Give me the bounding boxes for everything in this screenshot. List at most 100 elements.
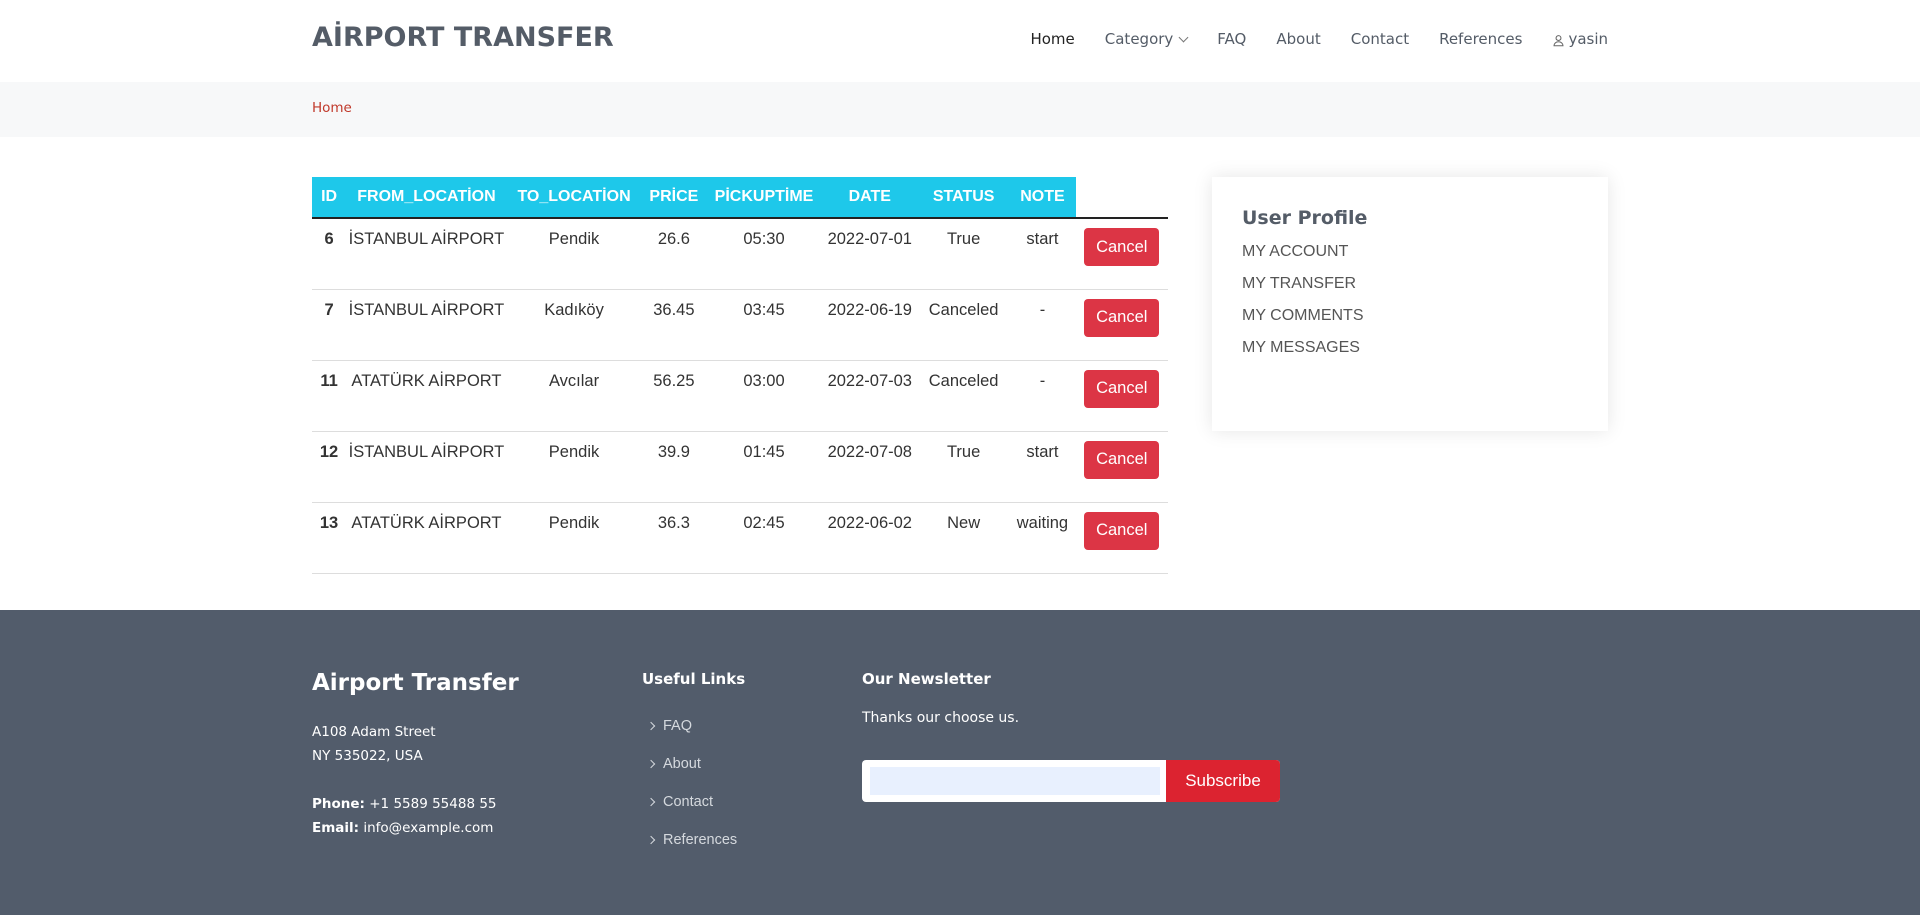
profile-link-my-messages[interactable]: MY MESSAGES bbox=[1242, 339, 1578, 357]
nav-faq[interactable]: FAQ bbox=[1217, 30, 1246, 48]
cell-id: 11 bbox=[312, 360, 347, 432]
cell-pickup: 01:45 bbox=[706, 431, 822, 503]
address-line-2: NY 535022, USA bbox=[312, 748, 423, 764]
cell-id: 7 bbox=[312, 289, 347, 361]
cell-note: start bbox=[1009, 218, 1076, 290]
cell-note: - bbox=[1009, 360, 1076, 432]
email-label: Email: bbox=[312, 820, 360, 836]
breadcrumb-bar: Home bbox=[0, 82, 1920, 137]
col-id: ID bbox=[312, 177, 347, 219]
cell-date: 2022-06-19 bbox=[821, 289, 918, 361]
cell-pickup: 02:45 bbox=[706, 502, 822, 574]
newsletter-text: Thanks our choose us. bbox=[862, 710, 1020, 726]
main-nav: Home Category FAQ About Contact Referenc… bbox=[1000, 30, 1608, 48]
profile-link-my-transfer[interactable]: MY TRANSFER bbox=[1242, 275, 1578, 293]
cell-status: True bbox=[917, 431, 1010, 503]
site-logo[interactable]: AİRPORT TRANSFER bbox=[312, 22, 614, 53]
breadcrumb-home[interactable]: Home bbox=[312, 100, 352, 116]
cancel-button[interactable]: Cancel bbox=[1084, 511, 1160, 550]
cell-action: Cancel bbox=[1075, 502, 1168, 574]
cell-note: waiting bbox=[1009, 502, 1076, 574]
site-header: AİRPORT TRANSFER Home Category FAQ About… bbox=[0, 0, 1920, 82]
cell-id: 6 bbox=[312, 218, 347, 290]
phone-label: Phone: bbox=[312, 796, 365, 812]
cell-from: ATATÜRK AİRPORT bbox=[346, 360, 507, 432]
nav-about[interactable]: About bbox=[1276, 30, 1320, 48]
phone-value: +1 5589 55488 55 bbox=[369, 796, 497, 812]
table-row: 11 ATATÜRK AİRPORT Avcılar 56.25 03:00 2… bbox=[312, 360, 1168, 432]
subscribe-button[interactable]: Subscribe bbox=[1166, 760, 1280, 802]
cell-status: New bbox=[917, 502, 1010, 574]
newsletter-title: Our Newsletter bbox=[862, 670, 991, 688]
cell-price: 56.25 bbox=[641, 360, 707, 432]
chevron-right-icon bbox=[646, 835, 656, 845]
col-from-location: FROM_LOCATİON bbox=[346, 177, 507, 219]
table-row: 6 İSTANBUL AİRPORT Pendik 26.6 05:30 202… bbox=[312, 218, 1168, 290]
useful-links: FAQ About Contact References bbox=[646, 707, 738, 859]
email-value: info@example.com bbox=[363, 820, 494, 836]
col-to-location: TO_LOCATİON bbox=[506, 177, 642, 219]
chevron-right-icon bbox=[646, 721, 656, 731]
user-icon bbox=[1552, 33, 1565, 46]
chevron-right-icon bbox=[646, 797, 656, 807]
footer-address: A108 Adam Street NY 535022, USA bbox=[312, 720, 436, 768]
footer-brand: Airport Transfer bbox=[312, 670, 519, 696]
table-header-row: ID FROM_LOCATİON TO_LOCATİON PRİCE PİCKU… bbox=[312, 177, 1168, 219]
cell-from: İSTANBUL AİRPORT bbox=[346, 431, 507, 503]
footer-link-contact[interactable]: Contact bbox=[646, 783, 737, 821]
cell-pickup: 03:45 bbox=[706, 289, 822, 361]
profile-title: User Profile bbox=[1242, 207, 1368, 229]
cell-from: İSTANBUL AİRPORT bbox=[346, 218, 507, 290]
footer-link-label: References bbox=[663, 832, 738, 848]
footer-link-references[interactable]: References bbox=[646, 821, 738, 859]
cell-action: Cancel bbox=[1075, 360, 1168, 432]
cell-from: ATATÜRK AİRPORT bbox=[346, 502, 507, 574]
table-row: 7 İSTANBUL AİRPORT Kadıköy 36.45 03:45 2… bbox=[312, 289, 1168, 361]
cell-date: 2022-06-02 bbox=[821, 502, 918, 574]
chevron-down-icon bbox=[1178, 32, 1189, 42]
footer-email: Email: info@example.com bbox=[312, 816, 497, 840]
nav-user[interactable]: yasin bbox=[1552, 30, 1608, 48]
cell-to: Pendik bbox=[506, 431, 642, 503]
footer-link-about[interactable]: About bbox=[646, 745, 737, 783]
cell-note: - bbox=[1009, 289, 1076, 361]
cell-action: Cancel bbox=[1075, 289, 1168, 361]
nav-user-label: yasin bbox=[1568, 30, 1608, 48]
cancel-button[interactable]: Cancel bbox=[1084, 369, 1160, 408]
footer-link-faq[interactable]: FAQ bbox=[646, 707, 737, 745]
profile-link-my-comments[interactable]: MY COMMENTS bbox=[1242, 307, 1578, 325]
user-profile-card: User Profile MY ACCOUNT MY TRANSFER MY C… bbox=[1212, 177, 1608, 431]
nav-contact[interactable]: Contact bbox=[1351, 30, 1409, 48]
newsletter-form: Subscribe bbox=[862, 760, 1280, 802]
newsletter-email-input[interactable] bbox=[870, 767, 1160, 795]
cell-price: 36.45 bbox=[641, 289, 707, 361]
col-action bbox=[1075, 177, 1168, 219]
cell-to: Avcılar bbox=[506, 360, 642, 432]
site-footer: Airport Transfer A108 Adam Street NY 535… bbox=[0, 610, 1920, 915]
cancel-button[interactable]: Cancel bbox=[1084, 298, 1160, 337]
col-note: NOTE bbox=[1009, 177, 1076, 219]
cell-to: Kadıköy bbox=[506, 289, 642, 361]
cell-price: 26.6 bbox=[641, 218, 707, 290]
cancel-button[interactable]: Cancel bbox=[1084, 440, 1160, 479]
profile-link-my-account[interactable]: MY ACCOUNT bbox=[1242, 243, 1578, 261]
address-line-1: A108 Adam Street bbox=[312, 724, 436, 740]
footer-phone: Phone: +1 5589 55488 55 bbox=[312, 792, 497, 816]
cell-id: 13 bbox=[312, 502, 347, 574]
nav-references[interactable]: References bbox=[1439, 30, 1522, 48]
useful-links-title: Useful Links bbox=[642, 670, 746, 688]
cell-from: İSTANBUL AİRPORT bbox=[346, 289, 507, 361]
col-price: PRİCE bbox=[641, 177, 707, 219]
footer-contact: Phone: +1 5589 55488 55 Email: info@exam… bbox=[312, 792, 497, 840]
cancel-button[interactable]: Cancel bbox=[1084, 228, 1160, 266]
cell-price: 36.3 bbox=[641, 502, 707, 574]
cell-date: 2022-07-08 bbox=[821, 431, 918, 503]
nav-home[interactable]: Home bbox=[1030, 30, 1074, 48]
cell-status: Canceled bbox=[917, 360, 1010, 432]
table-row: 13 ATATÜRK AİRPORT Pendik 36.3 02:45 202… bbox=[312, 502, 1168, 574]
nav-category[interactable]: Category bbox=[1105, 30, 1189, 48]
cell-date: 2022-07-03 bbox=[821, 360, 918, 432]
col-date: DATE bbox=[821, 177, 918, 219]
main-content: ID FROM_LOCATİON TO_LOCATİON PRİCE PİCKU… bbox=[0, 137, 1920, 610]
cell-note: start bbox=[1009, 431, 1076, 503]
